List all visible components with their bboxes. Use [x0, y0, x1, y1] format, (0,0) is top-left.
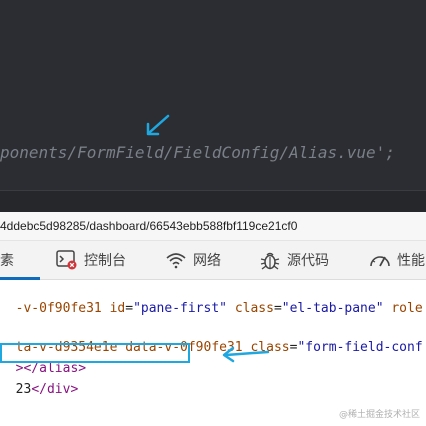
bug-icon: [260, 252, 280, 270]
code-editor: ponents/FormField/FieldConfig/Alias.vue'…: [0, 0, 426, 190]
text-node: 23: [15, 382, 32, 397]
annotation-arrow-icon: [146, 114, 170, 136]
div-close-tag: </div>: [31, 382, 79, 397]
tab-sources[interactable]: 源代码: [259, 241, 329, 279]
attr-name-id: id: [109, 301, 126, 316]
performance-icon: [370, 256, 390, 267]
tab-label-elements: 素: [0, 253, 14, 269]
tab-elements[interactable]: 素: [0, 241, 40, 280]
tab-performance[interactable]: 性能: [369, 241, 425, 279]
code-line-import-path: ponents/FormField/FieldConfig/Alias.vue'…: [0, 143, 395, 162]
tab-label-console: 控制台: [84, 253, 126, 269]
dom-line-div-close[interactable]: 23</div>: [0, 367, 79, 397]
tab-label-network: 网络: [193, 253, 221, 269]
tab-label-performance: 性能: [397, 253, 425, 269]
attr-fragment: -v-0f90fe31: [15, 301, 110, 316]
attr-value-id: "pane-first": [133, 301, 227, 316]
watermark: @稀土掘金技术社区: [338, 410, 420, 420]
equals-sign: =: [273, 301, 282, 316]
dom-line-pane-first[interactable]: -v-0f90fe31 id="pane-first" class="el-ta…: [0, 286, 423, 316]
attr-name-class: class: [234, 301, 274, 316]
tab-console[interactable]: 控制台: [56, 241, 126, 279]
attr-value-class: "el-tab-pane": [281, 301, 384, 316]
tab-network[interactable]: 网络: [165, 241, 221, 279]
url-text[interactable]: 4ddebc5d98285/dashboard/66543ebb588fbf11…: [0, 219, 297, 233]
wifi-icon: [166, 253, 186, 269]
tab-label-sources: 源代码: [287, 253, 329, 269]
highlight-box: [0, 343, 190, 363]
annotation-arrow-icon: [222, 346, 270, 363]
attr-name-role: role: [391, 301, 423, 316]
editor-bottom-strip: [0, 190, 426, 213]
console-icon: [56, 250, 77, 270]
equals-sign: =: [125, 301, 134, 316]
attr-value-class: "form-field-conf: [297, 340, 423, 355]
devtools-tab-bar: 素 控制台 网络 源代码 性能: [0, 241, 426, 280]
address-bar[interactable]: 4ddebc5d98285/dashboard/66543ebb588fbf11…: [0, 212, 426, 241]
